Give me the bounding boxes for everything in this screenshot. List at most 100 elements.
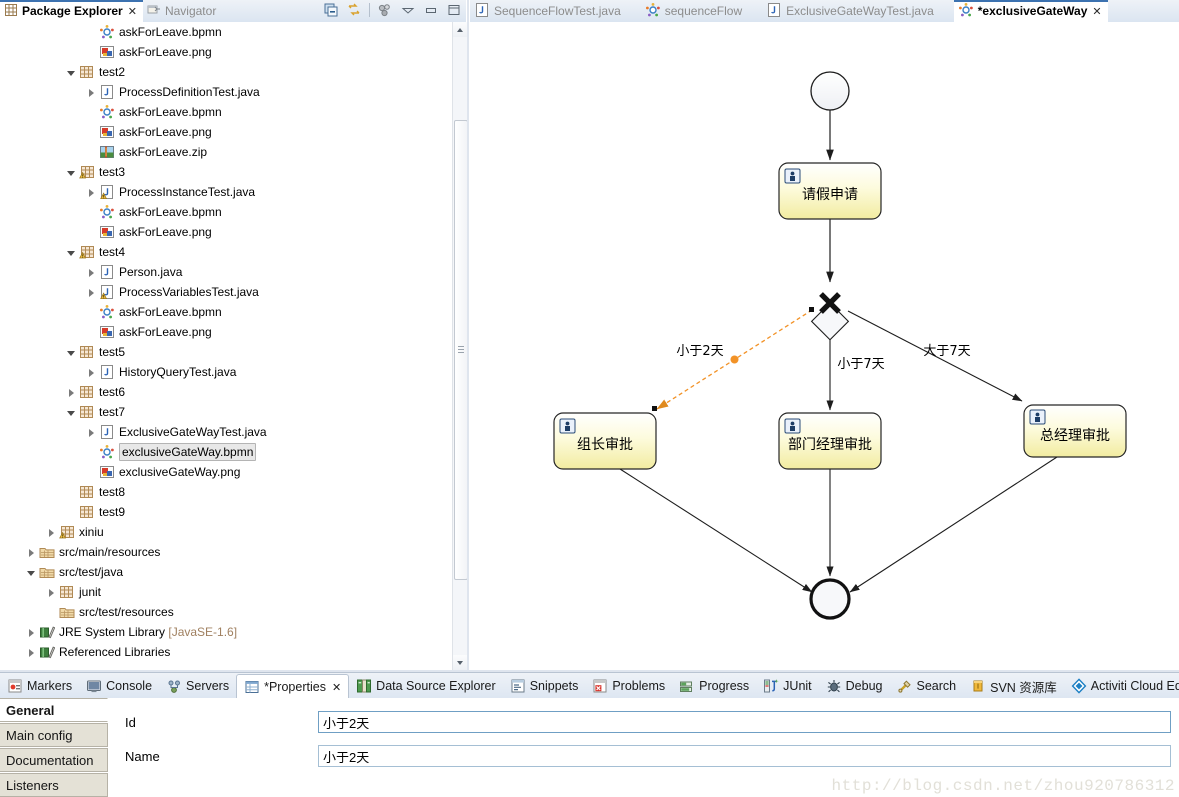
tree-item[interactable]: askForLeave.bpmn (0, 22, 452, 42)
tree-expand-arrow-icon[interactable] (66, 387, 77, 398)
tree-expand-arrow-icon[interactable] (66, 347, 77, 358)
bottom-tab-console[interactable]: Console (79, 674, 159, 699)
tree-expand-arrow-icon[interactable] (86, 87, 97, 98)
flow-task2-to-end[interactable] (619, 468, 813, 593)
tree-item[interactable]: exclusiveGateWay.png (0, 462, 452, 482)
tree-item[interactable]: test8 (0, 482, 452, 502)
tab-navigator[interactable]: Navigator (143, 0, 222, 22)
flow-task4-to-end[interactable] (849, 456, 1058, 593)
minimize-icon[interactable] (423, 2, 439, 18)
properties-tab-documentation[interactable]: Documentation (0, 748, 108, 772)
tree-expand-arrow-icon[interactable] (86, 367, 97, 378)
pane-divider[interactable] (467, 0, 469, 670)
tree-item[interactable]: src/main/resources (0, 542, 452, 562)
bpmn-end-event[interactable] (809, 578, 851, 620)
tree-item[interactable]: test9 (0, 502, 452, 522)
close-icon[interactable]: ✕ (128, 5, 137, 18)
tree-expand-arrow-icon[interactable] (66, 67, 77, 78)
tree-item[interactable]: test2 (0, 62, 452, 82)
bpmn-exclusive-gateway[interactable] (810, 292, 850, 341)
editor-tab-2[interactable]: ExclusiveGateWayTest.java (762, 0, 940, 22)
scroll-down-button[interactable] (453, 655, 468, 670)
properties-tab-main-config[interactable]: Main config (0, 723, 108, 747)
bpmn-task-3[interactable]: 部门经理审批 (778, 412, 882, 470)
close-icon[interactable]: ✕ (332, 681, 341, 694)
bottom-tab-search[interactable]: Search (890, 674, 964, 699)
tree-item[interactable]: test4 (0, 242, 452, 262)
bottom-tab-properties[interactable]: *Properties ✕ (236, 673, 350, 699)
tree-item[interactable]: askForLeave.png (0, 322, 452, 342)
tree-expand-arrow-icon[interactable] (66, 167, 77, 178)
bpmn-task-1[interactable]: 请假申请 (778, 162, 882, 220)
editor-tab-1[interactable]: sequenceFlow (641, 0, 748, 22)
tree-item[interactable]: test3 (0, 162, 452, 182)
bottom-tab-svn[interactable]: SVN 资源库 (963, 674, 1064, 699)
bottom-tab-problems[interactable]: Problems (585, 674, 672, 699)
bottom-tab-snippets[interactable]: Snippets (503, 674, 586, 699)
tree-item[interactable]: ProcessVariablesTest.java (0, 282, 452, 302)
bpmn-task-4[interactable]: 总经理审批 (1023, 404, 1127, 458)
bottom-tab-data-source-explorer[interactable]: Data Source Explorer (349, 674, 503, 699)
bpmn-start-event[interactable] (810, 71, 850, 111)
tree-expand-arrow-icon[interactable] (26, 547, 37, 558)
tree-expand-arrow-icon[interactable] (46, 527, 57, 538)
tree-expand-arrow-icon[interactable] (66, 407, 77, 418)
tree-item[interactable]: test7 (0, 402, 452, 422)
tree-item[interactable]: askForLeave.bpmn (0, 102, 452, 122)
bottom-tab-debug[interactable]: Debug (819, 674, 890, 699)
maximize-icon[interactable] (446, 2, 462, 18)
bottom-tab-markers[interactable]: Markers (0, 674, 79, 699)
tree-item[interactable]: askForLeave.zip (0, 142, 452, 162)
editor-tab-0[interactable]: SequenceFlowTest.java (470, 0, 627, 22)
tree-item[interactable]: askForLeave.png (0, 42, 452, 62)
tree-item-selected[interactable]: exclusiveGateWay.bpmn (0, 442, 452, 462)
tree-expand-arrow-icon[interactable] (26, 647, 37, 658)
bpmn-task-2[interactable]: 组长审批 (553, 412, 657, 470)
scroll-up-button[interactable] (453, 22, 468, 37)
tree-item[interactable]: ExclusiveGateWayTest.java (0, 422, 452, 442)
package-explorer-tree[interactable]: askForLeave.bpmn askForLeave.png test2 P… (0, 22, 452, 670)
link-with-editor-icon[interactable] (346, 2, 362, 18)
tree-expand-arrow-icon[interactable] (26, 627, 37, 638)
bottom-tab-activiti-cloud-editor[interactable]: Activiti Cloud Editor (1064, 674, 1179, 699)
tree-item[interactable]: src/test/java (0, 562, 452, 582)
flow-gateway-to-task2-selected[interactable] (652, 307, 814, 411)
tree-item[interactable]: ProcessInstanceTest.java (0, 182, 452, 202)
view-menu-icon[interactable] (377, 2, 393, 18)
tree-item[interactable]: askForLeave.png (0, 122, 452, 142)
bpmn-diagram-canvas[interactable]: 请假申请 组长审批 部门经理审批 总经理审批 小于2天 小于7天 大于7天 (470, 22, 1179, 670)
editor-tab-3[interactable]: *exclusiveGateWay ✕ (953, 0, 1108, 22)
property-input-id[interactable] (318, 711, 1171, 733)
tree-vertical-scrollbar[interactable] (452, 22, 468, 670)
tab-package-explorer[interactable]: Package Explorer ✕ (0, 0, 143, 22)
properties-tab-listeners[interactable]: Listeners (0, 773, 108, 797)
properties-tab-general[interactable]: General (0, 698, 108, 722)
close-icon[interactable]: ✕ (1092, 5, 1101, 18)
tree-expand-arrow-icon[interactable] (86, 267, 97, 278)
tree-expand-arrow-icon[interactable] (86, 427, 97, 438)
tree-expand-arrow-icon[interactable] (86, 287, 97, 298)
property-input-name[interactable] (318, 745, 1171, 767)
tree-item[interactable]: askForLeave.bpmn (0, 202, 452, 222)
tree-item[interactable]: test6 (0, 382, 452, 402)
chevron-down-icon[interactable] (400, 2, 416, 18)
tree-item[interactable]: HistoryQueryTest.java (0, 362, 452, 382)
bottom-tab-junit[interactable]: JUnit (756, 674, 818, 699)
tree-expand-arrow-icon[interactable] (26, 567, 37, 578)
tree-item[interactable]: askForLeave.png (0, 222, 452, 242)
tree-item[interactable]: ProcessDefinitionTest.java (0, 82, 452, 102)
tree-item[interactable]: src/test/resources (0, 602, 452, 622)
scrollbar-thumb[interactable] (454, 120, 468, 580)
bottom-tab-progress[interactable]: Progress (672, 674, 756, 699)
tree-item[interactable]: askForLeave.bpmn (0, 302, 452, 322)
tree-item[interactable]: Person.java (0, 262, 452, 282)
tree-item[interactable]: Referenced Libraries (0, 642, 452, 662)
tree-item[interactable]: xiniu (0, 522, 452, 542)
tree-item[interactable]: junit (0, 582, 452, 602)
tree-expand-arrow-icon[interactable] (86, 187, 97, 198)
tree-expand-arrow-icon[interactable] (46, 587, 57, 598)
tree-item[interactable]: test5 (0, 342, 452, 362)
bottom-tab-servers[interactable]: Servers (159, 674, 236, 699)
tree-item[interactable]: JRE System Library [JavaSE-1.6] (0, 622, 452, 642)
collapse-all-icon[interactable] (323, 2, 339, 18)
